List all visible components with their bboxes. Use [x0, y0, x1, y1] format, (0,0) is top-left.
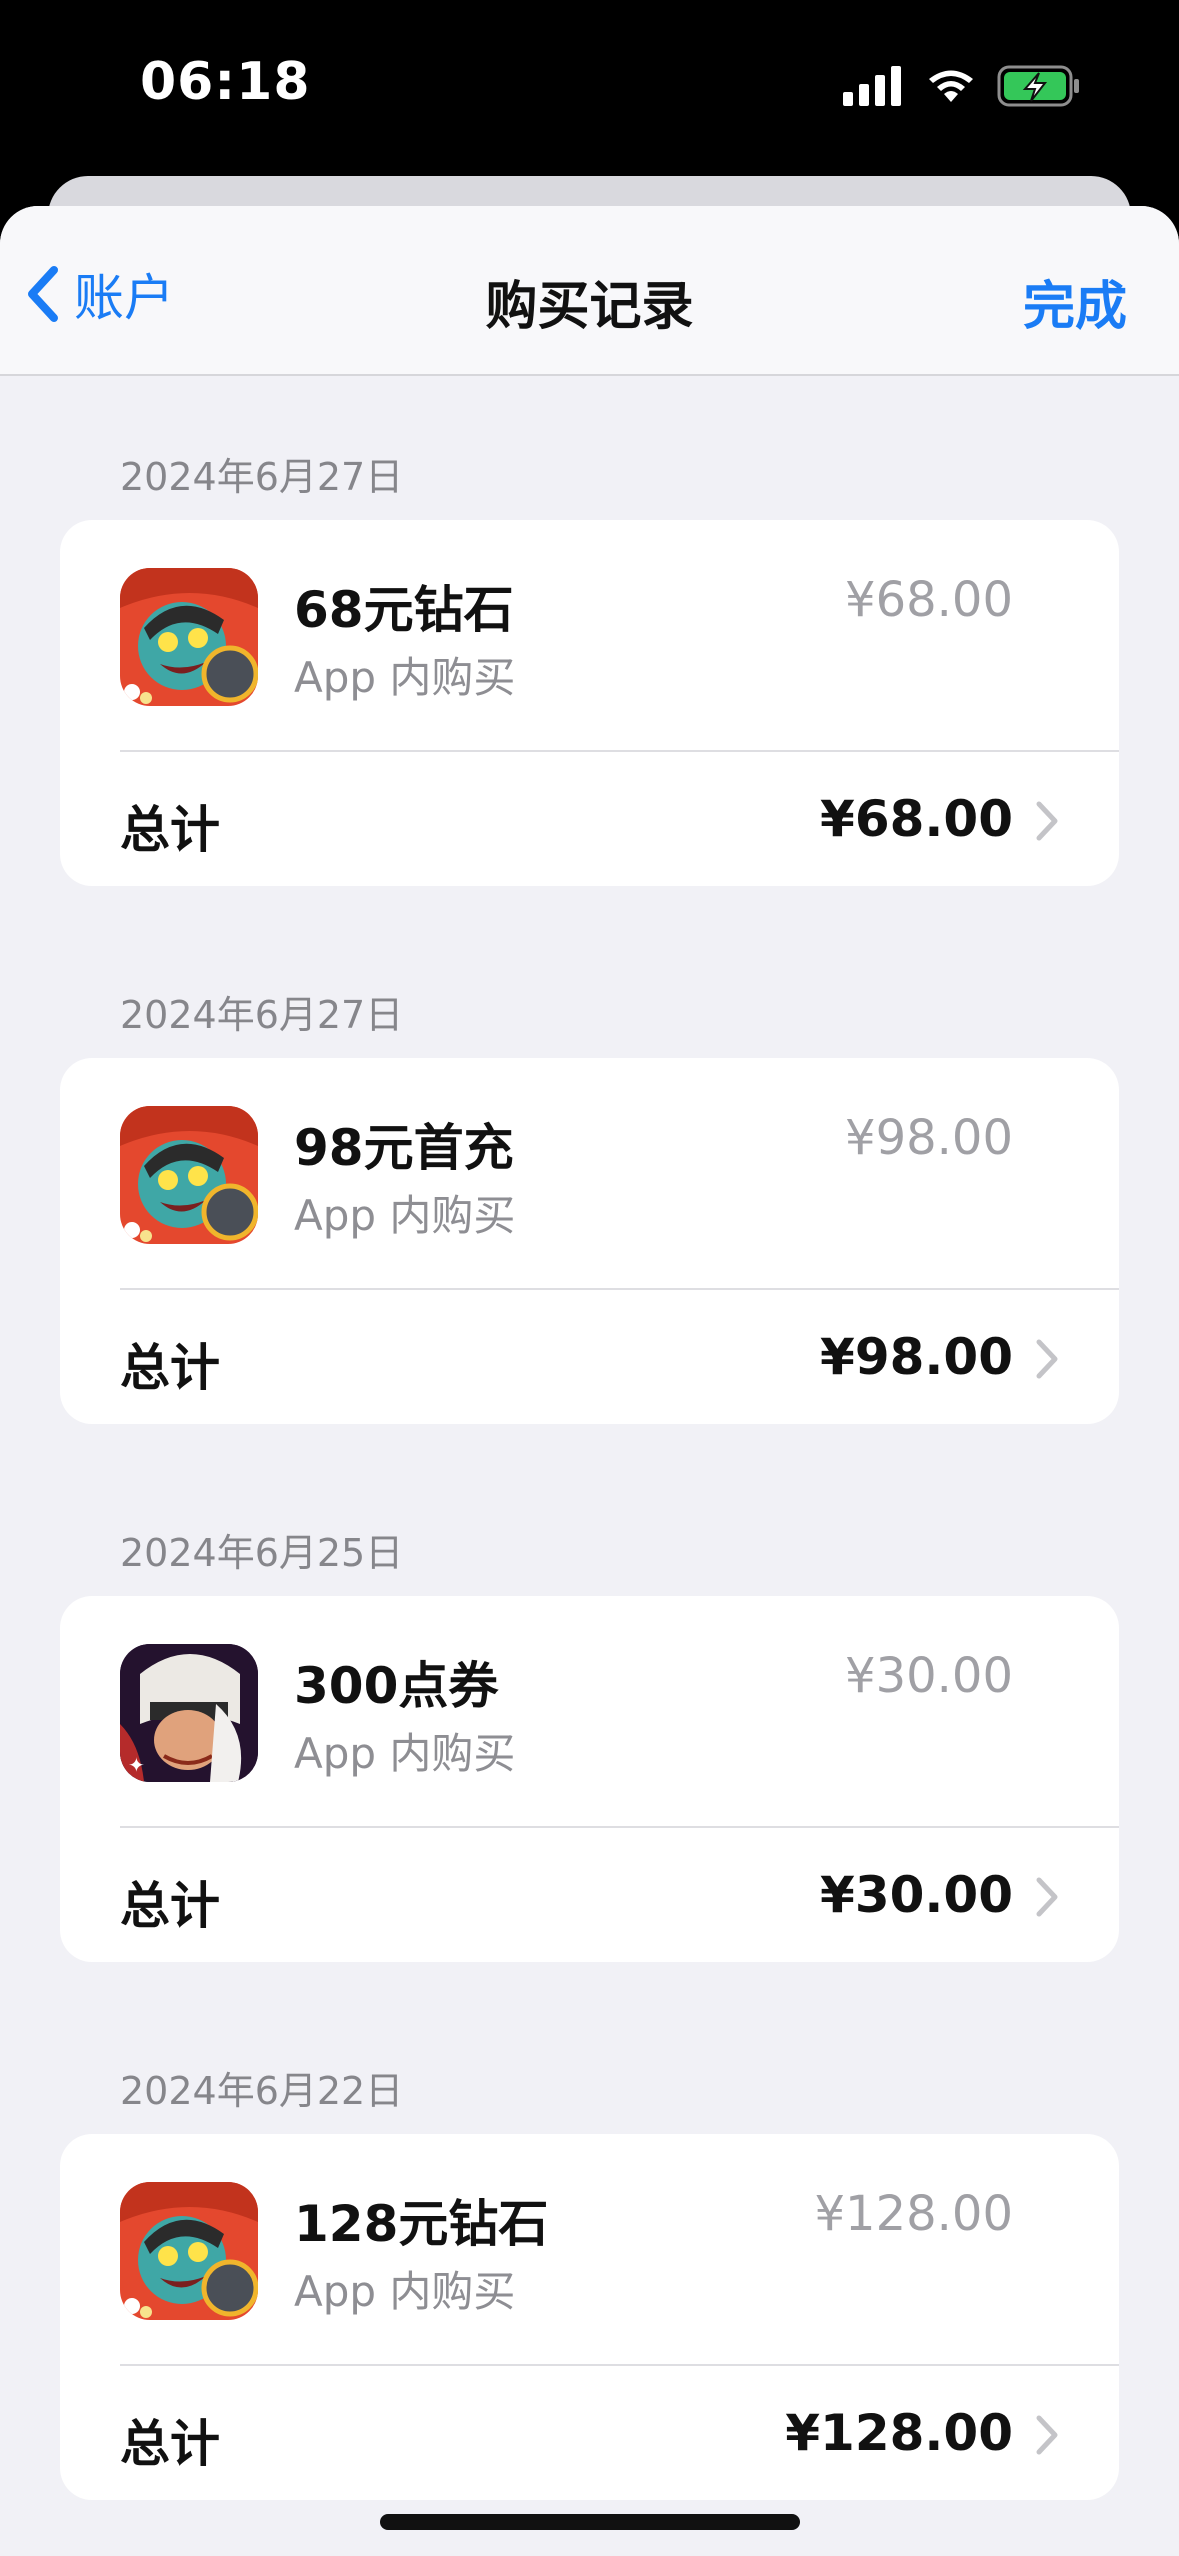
cellular-signal-icon [843, 66, 901, 106]
purchase-card: 68元钻石 App 内购买 ¥68.00 总计 ¥68.00 [60, 520, 1119, 886]
home-indicator[interactable] [380, 2514, 800, 2530]
total-row[interactable]: 总计 ¥30.00 [60, 1828, 1119, 1962]
total-value: ¥98.00 [820, 1328, 1013, 1386]
total-label: 总计 [120, 2415, 220, 2473]
navigation-bar: 账户 购买记录 完成 [0, 206, 1179, 376]
game-hero-icon: ✦ [120, 1644, 258, 1782]
item-type: App 内购买 [294, 2267, 516, 2316]
item-name: 98元首充 [294, 1119, 514, 1177]
item-name: 68元钻石 [294, 581, 514, 639]
game-monster-icon [120, 568, 258, 706]
total-label: 总计 [120, 1339, 220, 1397]
total-row[interactable]: 总计 ¥68.00 [60, 752, 1119, 886]
purchase-date: 2024年6月22日 [120, 2069, 404, 2113]
status-bar: 06:18 [0, 0, 1179, 178]
battery-charging-icon [997, 65, 1079, 107]
purchase-date: 2024年6月25日 [120, 1531, 404, 1575]
purchase-history-sheet: 账户 购买记录 完成 2024年6月27日 68元钻石 App 内购买 ¥68.… [0, 206, 1179, 2556]
total-row[interactable]: 总计 ¥128.00 [60, 2366, 1119, 2500]
item-type: App 内购买 [294, 1729, 516, 1778]
status-icons [843, 62, 1081, 110]
total-label: 总计 [120, 1877, 220, 1935]
item-type: App 内购买 [294, 1191, 516, 1240]
page-title: 购买记录 [485, 277, 694, 337]
item-type: App 内购买 [294, 653, 516, 702]
purchase-date: 2024年6月27日 [120, 455, 404, 499]
item-name: 128元钻石 [294, 2195, 549, 2253]
item-price: ¥128.00 [814, 2186, 1014, 2242]
total-row[interactable]: 总计 ¥98.00 [60, 1290, 1119, 1424]
item-price: ¥98.00 [845, 1110, 1013, 1166]
chevron-right-icon [1036, 1339, 1058, 1379]
svg-text:✦: ✦ [128, 1753, 145, 1777]
purchase-card: 128元钻石 App 内购买 ¥128.00 总计 ¥128.00 [60, 2134, 1119, 2500]
wifi-icon [929, 70, 973, 102]
done-button[interactable]: 完成 [1023, 264, 1127, 339]
status-time: 06:18 [140, 52, 311, 112]
total-value: ¥68.00 [820, 790, 1013, 848]
purchase-date: 2024年6月27日 [120, 993, 404, 1037]
purchase-card: 98元首充 App 内购买 ¥98.00 总计 ¥98.00 [60, 1058, 1119, 1424]
total-label: 总计 [120, 801, 220, 859]
item-name: 300点券 [294, 1657, 499, 1715]
chevron-right-icon [1036, 801, 1058, 841]
total-value: ¥128.00 [785, 2404, 1013, 2462]
chevron-right-icon [1036, 1877, 1058, 1917]
total-value: ¥30.00 [820, 1866, 1013, 1924]
chevron-right-icon [1036, 2415, 1058, 2455]
game-monster-icon [120, 2182, 258, 2320]
item-price: ¥30.00 [845, 1648, 1013, 1704]
purchase-card: ✦ 300点券 App 内购买 ¥30.00 总计 ¥30.00 [60, 1596, 1119, 1962]
game-monster-icon [120, 1106, 258, 1244]
item-price: ¥68.00 [845, 572, 1013, 628]
